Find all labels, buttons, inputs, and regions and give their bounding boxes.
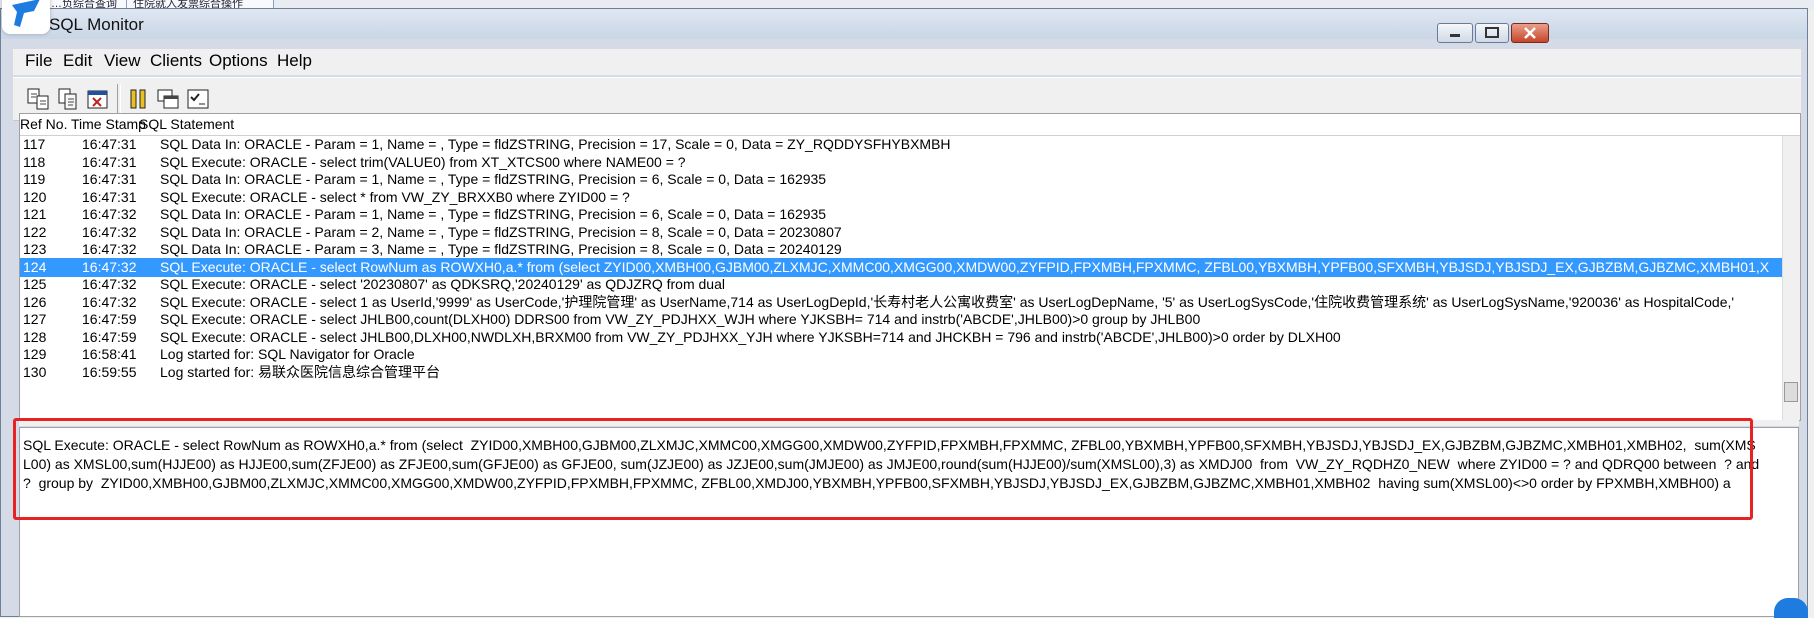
maximize-button[interactable] [1475, 23, 1509, 43]
menu-help[interactable]: Help [277, 51, 312, 71]
ref-no-cell: 127 [23, 311, 47, 327]
sql-statement-cell: SQL Execute: ORACLE - select '20230807' … [160, 276, 725, 292]
time-stamp-cell: 16:47:32 [82, 206, 137, 222]
sql-statement-cell: SQL Data In: ORACLE - Param = 2, Name = … [160, 223, 842, 240]
logo-icon [12, 0, 40, 27]
menu-options[interactable]: Options [209, 51, 268, 71]
floating-assistant-button[interactable] [1774, 598, 1808, 618]
time-stamp-cell: 16:47:31 [82, 171, 137, 187]
table-row[interactable]: 121 16:47:32 SQL Data In: ORACLE - Param =… [20, 205, 1782, 224]
table-row[interactable]: 122 16:47:32 SQL Data In: ORACLE - Param =… [20, 223, 1782, 242]
ref-no-cell: 117 [23, 136, 46, 152]
sql-statement-cell: SQL Execute: ORACLE - select RowNum as R… [160, 258, 1770, 275]
sql-detail-text: SQL Execute: ORACLE - select RowNum as R… [23, 437, 1764, 491]
sql-statement-cell: SQL Execute: ORACLE - select JHLB00,DLXH… [160, 328, 1341, 345]
save-log-icon [27, 88, 49, 110]
table-row[interactable]: 124 16:47:32 SQL Execute: ORACLE - select … [20, 257, 1782, 277]
time-stamp-cell: 16:47:59 [82, 311, 137, 327]
list-header: Ref No. Time Stamp SQL Statement [20, 114, 1800, 136]
close-button[interactable] [1511, 23, 1549, 43]
menu-view[interactable]: View [104, 51, 141, 71]
copy-icon [58, 88, 77, 110]
ref-no-cell: 122 [23, 223, 47, 240]
sql-statement-cell: SQL Data In: ORACLE - Param = 3, Name = … [160, 241, 842, 257]
table-row[interactable]: 127 16:47:59 SQL Execute: ORACLE - select … [20, 310, 1782, 329]
ref-no-cell: 125 [23, 276, 47, 292]
clear-icon [87, 90, 108, 109]
time-stamp-cell: 16:47:32 [82, 241, 137, 257]
sql-statement-cell: SQL Data In: ORACLE - Param = 1, Name = … [160, 206, 827, 222]
ref-no-cell: 130 [23, 363, 47, 380]
sql-statement-cell: SQL Execute: ORACLE - select JHLB00,coun… [160, 311, 1201, 327]
time-stamp-cell: 16:47:32 [82, 223, 137, 240]
scrollbar-thumb[interactable] [1784, 382, 1798, 402]
sql-statement-cell: Log started for: SQL Navigator for Oracl… [160, 346, 415, 362]
ref-no-cell: 121 [23, 206, 47, 222]
time-stamp-cell: 16:58:41 [82, 346, 137, 362]
window-title: SQL Monitor [49, 15, 144, 34]
menu-clients[interactable]: Clients [150, 51, 202, 71]
ref-no-cell: 124 [23, 258, 47, 275]
copy-button[interactable] [55, 86, 81, 112]
table-row[interactable]: 119 16:47:31 SQL Data In: ORACLE - Param =… [20, 170, 1782, 189]
sql-statement-cell: SQL Execute: ORACLE - select 1 as UserId… [160, 293, 1735, 310]
time-stamp-cell: 16:47:32 [82, 276, 137, 292]
time-stamp-cell: 16:47:31 [82, 188, 137, 205]
sql-statement-cell: Log started for: 易联众医院信息综合管理平台 [160, 363, 441, 380]
sql-log-list[interactable]: Ref No. Time Stamp SQL Statement 117 16:4… [19, 113, 1801, 421]
table-row[interactable]: 125 16:47:32 SQL Execute: ORACLE - select … [20, 275, 1782, 294]
column-header-ref-no[interactable]: Ref No. [20, 116, 67, 132]
sql-statement-cell: SQL Execute: ORACLE - select * from VW_Z… [160, 188, 630, 205]
vertical-scrollbar[interactable] [1782, 136, 1800, 420]
ref-no-cell: 126 [23, 293, 47, 310]
ref-no-cell: 123 [23, 241, 47, 257]
time-stamp-cell: 16:47:59 [82, 328, 137, 345]
ref-no-cell: 129 [23, 346, 47, 362]
close-icon [1524, 27, 1536, 39]
pane-splitter[interactable] [19, 420, 1799, 426]
app-logo [2, 0, 50, 34]
column-header-sql-statement[interactable]: SQL Statement [139, 116, 234, 132]
table-row[interactable]: 117 16:47:31 SQL Data In: ORACLE - Param =… [20, 135, 1782, 154]
sql-statement-cell: SQL Data In: ORACLE - Param = 1, Name = … [160, 136, 951, 152]
table-row[interactable]: 126 16:47:32 SQL Execute: ORACLE - select … [20, 293, 1782, 312]
time-stamp-cell: 16:59:55 [82, 363, 137, 380]
ref-no-cell: 120 [23, 188, 47, 205]
minimize-icon [1450, 34, 1460, 37]
menu-edit[interactable]: Edit [63, 51, 92, 71]
time-stamp-cell: 16:47:32 [82, 258, 137, 275]
time-stamp-cell: 16:47:31 [82, 136, 137, 152]
pause-button[interactable] [125, 86, 151, 112]
table-row[interactable]: 118 16:47:31 SQL Execute: ORACLE - select … [20, 153, 1782, 172]
ref-no-cell: 118 [23, 153, 46, 170]
ref-no-cell: 119 [23, 171, 46, 187]
sql-detail-pane[interactable]: SQL Execute: ORACLE - select RowNum as R… [19, 427, 1799, 617]
minimize-button[interactable] [1437, 23, 1473, 43]
window-button[interactable] [155, 86, 181, 112]
table-row[interactable]: 130 16:59:55 Log started for: 易联众医院信息综合管理平… [20, 363, 1782, 382]
table-row[interactable]: 123 16:47:32 SQL Data In: ORACLE - Param =… [20, 240, 1782, 259]
table-row[interactable]: 129 16:58:41 Log started for: SQL Navigato… [20, 345, 1782, 364]
time-stamp-cell: 16:47:32 [82, 293, 137, 310]
menu-file[interactable]: File [25, 51, 52, 71]
pause-icon [130, 89, 146, 109]
toolbar-separator [117, 84, 121, 114]
column-header-time-stamp[interactable]: Time Stamp [71, 116, 146, 132]
checklist-button[interactable] [185, 86, 211, 112]
ref-no-cell: 128 [23, 328, 47, 345]
table-row[interactable]: 128 16:47:59 SQL Execute: ORACLE - select … [20, 328, 1782, 347]
maximize-icon [1485, 27, 1499, 38]
sql-statement-cell: SQL Execute: ORACLE - select trim(VALUE0… [160, 153, 686, 170]
title-bar[interactable]: SQL Monitor [1, 9, 1807, 43]
save-log-button[interactable] [25, 86, 51, 112]
window-icon [157, 89, 179, 109]
checklist-icon [187, 89, 209, 109]
time-stamp-cell: 16:47:31 [82, 153, 137, 170]
clear-button[interactable] [85, 86, 111, 112]
sql-statement-cell: SQL Data In: ORACLE - Param = 1, Name = … [160, 171, 827, 187]
menu-bar: File Edit View Clients Options Help [13, 49, 1801, 75]
table-row[interactable]: 120 16:47:31 SQL Execute: ORACLE - select … [20, 188, 1782, 207]
